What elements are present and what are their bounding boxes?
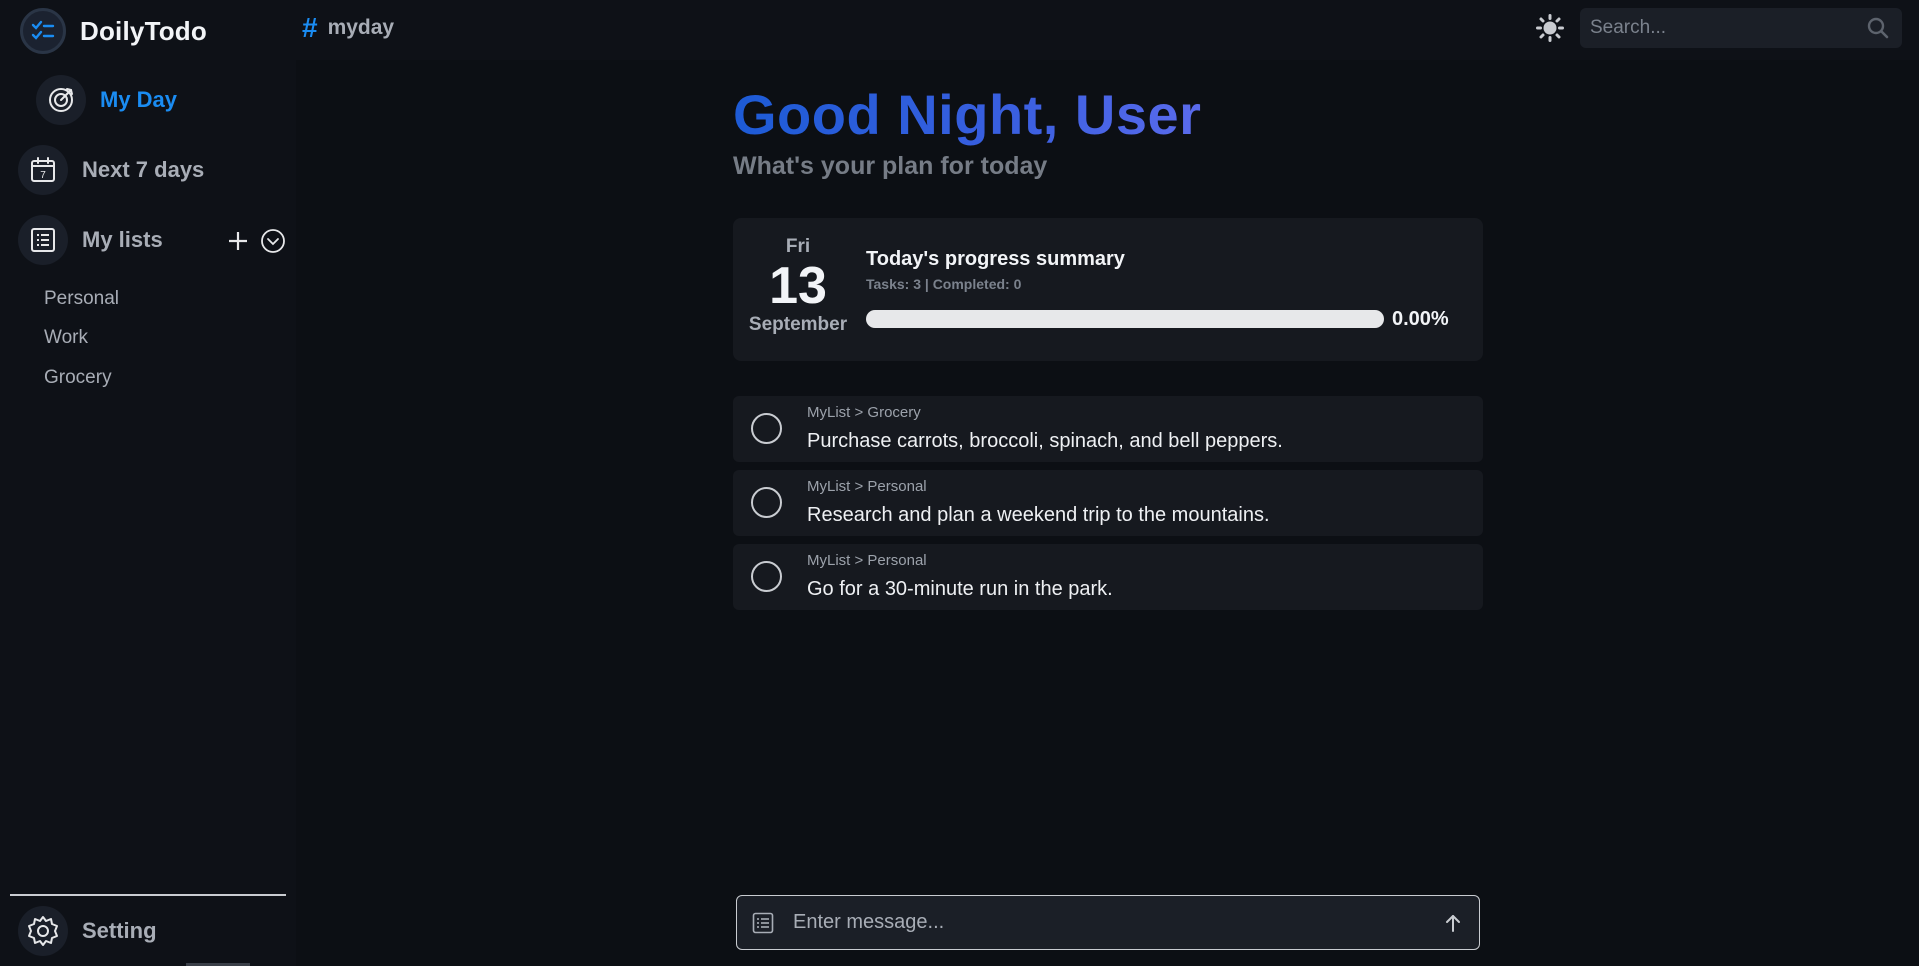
- checklist-logo-icon: [20, 8, 66, 54]
- date-block: Fri 13 September: [743, 236, 853, 336]
- chevron-down-icon[interactable]: [260, 228, 286, 259]
- search-input[interactable]: [1580, 17, 1866, 39]
- svg-text:7: 7: [40, 170, 46, 181]
- list-item-work[interactable]: Work: [44, 327, 88, 349]
- task-checkbox[interactable]: [751, 413, 782, 444]
- task-text: Purchase carrots, broccoli, spinach, and…: [807, 430, 1283, 452]
- page-heading: # myday: [302, 12, 394, 44]
- sidebar-divider: [10, 894, 286, 896]
- theme-toggle-button[interactable]: [1536, 14, 1564, 42]
- send-button[interactable]: [1439, 909, 1467, 937]
- brand[interactable]: DoilyTodo: [20, 8, 207, 54]
- sun-icon: [1536, 14, 1564, 42]
- search-box: [1580, 8, 1902, 48]
- nav-next-7-days[interactable]: 7 Next 7 days: [18, 145, 204, 195]
- greeting-title: Good Night, User: [733, 83, 1202, 146]
- task-checkbox[interactable]: [751, 487, 782, 518]
- calendar-icon: 7: [18, 145, 68, 195]
- list-icon: [752, 912, 774, 933]
- nav-my-lists[interactable]: My lists: [18, 215, 163, 265]
- page-title: myday: [327, 16, 395, 39]
- date-day: Fri: [785, 236, 811, 257]
- target-icon: [36, 75, 86, 125]
- date-month: September: [748, 314, 848, 335]
- list-item-personal[interactable]: Personal: [44, 288, 119, 310]
- nav-my-lists-label: My lists: [82, 227, 163, 252]
- progress-summary-card: Fri 13 September Today's progress summar…: [733, 218, 1483, 361]
- task-text: Go for a 30-minute run in the park.: [807, 578, 1113, 600]
- app-name: DoilyTodo: [80, 15, 207, 46]
- task-breadcrumb: MyList > Personal: [807, 552, 927, 569]
- task-item[interactable]: MyList > Grocery Purchase carrots, brocc…: [733, 396, 1483, 462]
- greeting-subtitle: What's your plan for today: [733, 152, 1048, 180]
- list-actions: [226, 228, 286, 259]
- progress-percent: 0.00%: [1392, 308, 1449, 330]
- summary-stats: Tasks: 3 | Completed: 0: [866, 276, 1022, 292]
- search-icon[interactable]: [1866, 16, 1890, 40]
- add-list-icon[interactable]: [226, 229, 250, 258]
- arrow-up-icon: [1446, 914, 1460, 932]
- nav-setting[interactable]: Setting: [18, 906, 157, 956]
- nav-my-day-label: My Day: [100, 87, 178, 112]
- message-input[interactable]: [775, 911, 1439, 934]
- hash-icon: #: [302, 12, 318, 43]
- progress-bar: [866, 310, 1384, 328]
- task-breadcrumb: MyList > Grocery: [807, 404, 921, 421]
- task-text: Research and plan a weekend trip to the …: [807, 504, 1270, 526]
- nav-next-7-days-label: Next 7 days: [82, 157, 205, 182]
- gear-icon: [18, 906, 68, 956]
- nav-my-day[interactable]: My Day: [36, 75, 177, 125]
- task-checkbox[interactable]: [751, 561, 782, 592]
- task-breadcrumb: MyList > Personal: [807, 478, 927, 495]
- task-item[interactable]: MyList > Personal Go for a 30-minute run…: [733, 544, 1483, 610]
- message-composer: [736, 895, 1480, 950]
- list-icon: [18, 215, 68, 265]
- date-number: 13: [769, 257, 827, 315]
- list-item-grocery[interactable]: Grocery: [44, 367, 112, 389]
- task-item[interactable]: MyList > Personal Research and plan a we…: [733, 470, 1483, 536]
- nav-setting-label: Setting: [82, 918, 157, 943]
- sidebar: DoilyTodo My Day 7 Next 7 days My lists …: [0, 0, 296, 966]
- summary-title: Today's progress summary: [866, 248, 1125, 270]
